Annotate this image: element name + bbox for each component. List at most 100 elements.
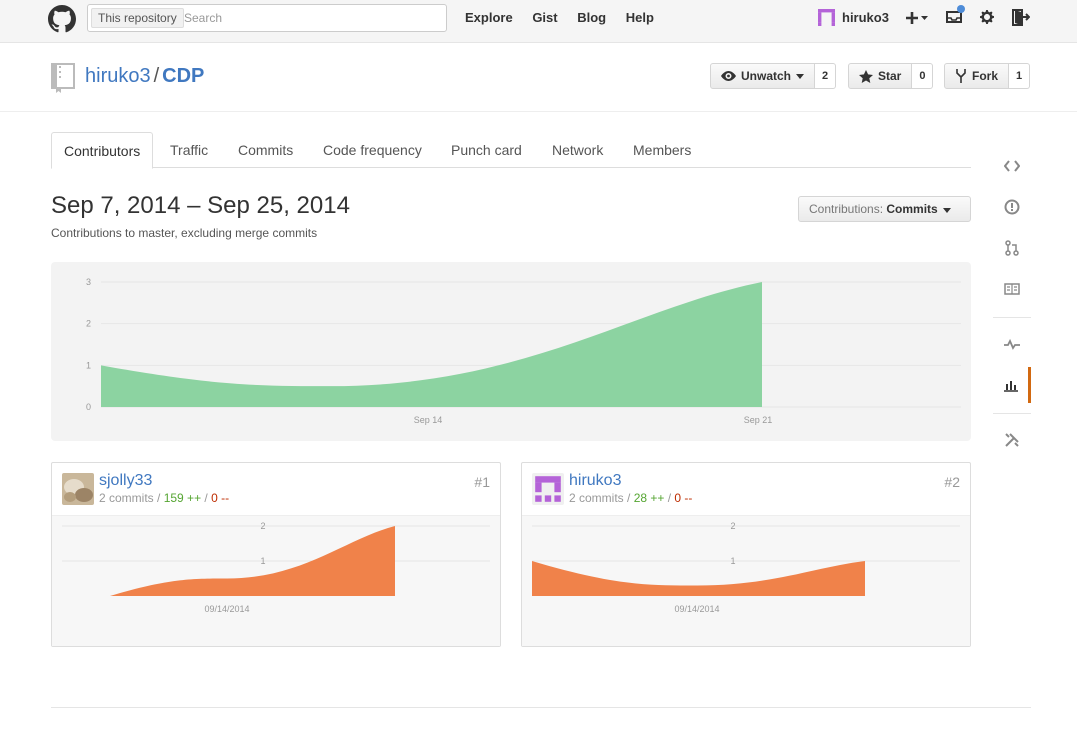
graphs-tabs: Contributors Traffic Commits Code freque… [51,132,971,169]
contributor-avatar[interactable] [62,473,94,505]
y-tick-label: 0 [86,402,91,412]
sidebar-item-code[interactable] [993,148,1031,184]
y-tick-label: 1 [730,556,735,566]
footer-divider [51,707,1031,708]
stats-separator: / [153,491,164,505]
commit-count-link[interactable]: 2 commits [569,491,624,505]
sidebar-divider [993,413,1031,414]
contributor-name-link[interactable]: sjolly33 [99,472,152,490]
user-avatar-icon [818,9,835,26]
x-tick-label: Sep 14 [414,415,443,425]
sidebar-item-wiki[interactable] [993,271,1031,307]
settings-gear-icon[interactable] [980,9,996,25]
eye-icon [721,71,736,81]
unwatch-button[interactable]: Unwatch [710,63,816,89]
tab-members[interactable]: Members [633,132,691,168]
y-tick-label: 1 [86,360,91,370]
y-tick-label: 3 [86,277,91,287]
tab-traffic[interactable]: Traffic [170,132,208,168]
contributions-chart[interactable]: 0 1 2 3 Sep 14 Sep 21 [51,262,971,441]
stats-separator: / [623,491,634,505]
wiki-icon [1004,283,1020,295]
username[interactable]: hiruko3 [842,10,889,25]
caret-down-icon [943,208,952,213]
tab-contributors[interactable]: Contributors [51,132,154,169]
x-tick-label: 09/14/2014 [674,604,719,614]
date-range-subtitle: Contributions to master, excluding merge… [51,226,318,240]
watchers-count[interactable]: 2 [815,63,837,89]
tab-punch-card[interactable]: Punch card [451,132,522,168]
fork-group: Fork 1 [944,63,1031,89]
x-tick-label: 09/14/2014 [204,604,249,614]
deletions-count: 0 -- [674,491,693,505]
repo-title: hiruko3/CDP [85,65,204,88]
star-button[interactable]: Star [848,63,913,89]
contributor-card-header: sjolly33 2 commits / 159 ++ / 0 -- #1 [52,463,500,516]
contributions-value: Commits [886,202,938,216]
issues-icon [1004,199,1020,215]
sidebar-item-pulse[interactable] [993,326,1031,362]
stats-separator: / [664,491,675,505]
create-new-icon[interactable] [906,9,930,27]
repo-header: hiruko3/CDP Unwatch 2 Star 0 Fork 1 [0,43,1077,112]
sign-out-icon[interactable] [1012,9,1030,26]
additions-count: 28 ++ [633,491,665,505]
star-label: Star [878,69,902,83]
top-nav: Explore Gist Blog Help [465,10,670,25]
nav-gist[interactable]: Gist [532,10,557,25]
sidebar-item-pull-requests[interactable] [993,230,1031,266]
watch-group: Unwatch 2 [710,63,837,89]
series-area [532,561,865,596]
stars-count[interactable]: 0 [912,63,934,89]
search-box: This repository [87,4,447,32]
pulse-icon [1004,338,1020,350]
repo-icon [51,63,75,93]
series-area [101,282,762,407]
fork-label: Fork [972,69,999,83]
contributor-chart: 1 2 09/14/2014 [52,516,500,646]
y-tick-label: 2 [260,521,265,531]
notifications-icon[interactable] [945,4,967,26]
tab-network[interactable]: Network [552,132,603,168]
graphs-icon [1003,381,1018,392]
contributor-chart-svg: 1 2 09/14/2014 [62,521,490,614]
fork-button[interactable]: Fork [944,63,1010,89]
sidebar-item-graphs[interactable] [993,367,1031,403]
sidebar-item-settings[interactable] [993,422,1031,458]
pull-requests-icon [1005,240,1019,256]
fork-icon [956,69,966,83]
contributor-stats: 2 commits / 159 ++ / 0 -- [99,491,229,505]
tab-code-frequency[interactable]: Code frequency [323,132,422,168]
repo-owner-link[interactable]: hiruko3 [85,65,151,87]
github-logo-icon[interactable] [48,5,76,33]
contributor-name-link[interactable]: hiruko3 [569,472,621,490]
additions-count: 159 ++ [163,491,202,505]
contributor-card-1: sjolly33 2 commits / 159 ++ / 0 -- #1 1 2… [51,462,501,647]
date-range-title: Sep 7, 2014 – Sep 25, 2014 [51,192,350,219]
y-tick-label: 1 [260,556,265,566]
repo-name-link[interactable]: CDP [162,65,204,87]
repo-separator: / [153,65,160,87]
contributor-card-header: hiruko3 2 commits / 28 ++ / 0 -- #2 [522,463,970,516]
contributor-avatar[interactable] [532,473,564,505]
forks-count[interactable]: 1 [1009,63,1031,89]
search-scope[interactable]: This repository [91,8,184,28]
contributions-chart-svg: 0 1 2 3 Sep 14 Sep 21 [86,277,961,425]
contributor-card-2: hiruko3 2 commits / 28 ++ / 0 -- #2 1 2 09… [521,462,971,647]
contributions-type-select[interactable]: Contributions: Commits [798,196,971,222]
search-input[interactable] [184,9,434,27]
sidebar-divider [993,317,1031,318]
commit-count-link[interactable]: 2 commits [99,491,154,505]
nav-explore[interactable]: Explore [465,10,513,25]
tools-icon [1005,433,1019,447]
x-tick-label: Sep 21 [744,415,773,425]
y-tick-label: 2 [86,319,91,329]
code-icon [1004,160,1020,172]
tab-commits[interactable]: Commits [238,132,293,168]
site-header: This repository Explore Gist Blog Help h… [0,0,1077,43]
contributor-rank: #1 [474,474,490,490]
sidebar-item-issues[interactable] [993,189,1031,225]
nav-blog[interactable]: Blog [577,10,606,25]
nav-help[interactable]: Help [626,10,654,25]
contributor-chart-svg: 1 2 09/14/2014 [532,521,960,614]
